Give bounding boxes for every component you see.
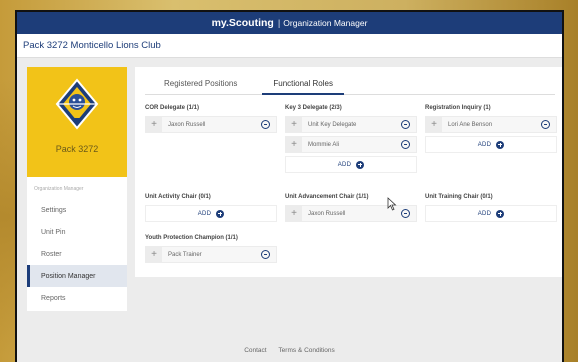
assignee-row[interactable]: + Jaxon Russell [145, 116, 277, 133]
sidebar-item-roster[interactable]: Roster [27, 243, 127, 265]
sidebar-item-position-manager[interactable]: Position Manager [27, 265, 127, 287]
add-button-label: ADD [477, 141, 492, 148]
assignee-row[interactable]: + Mommie Ali [285, 136, 417, 153]
plus-icon: + [286, 206, 302, 221]
brand-logo-text[interactable]: my.Scouting [212, 17, 274, 29]
footer-contact-link[interactable]: Contact [244, 347, 266, 354]
role-title: COR Delegate (1/1) [145, 105, 200, 111]
assignee-name: Jaxon Russell [168, 121, 206, 128]
brand-separator: | [277, 17, 281, 29]
role-unit-training-chair: Unit Training Chair (0/1) ADD [425, 192, 557, 222]
add-button-label: ADD [477, 210, 492, 217]
add-button-label: ADD [197, 210, 212, 217]
plus-icon: + [146, 247, 162, 262]
role-cor-delegate: COR Delegate (1/1) + Jaxon Russell [145, 103, 277, 133]
assignee-row[interactable]: + Jaxon Russell [285, 205, 417, 222]
add-circle-icon [356, 160, 365, 169]
sidebar-item-unit-pin[interactable]: Unit Pin [27, 221, 127, 243]
sidebar: Pack 3272 Organization Manager Settings … [27, 67, 127, 311]
role-title: Registration Inquiry (1) [425, 105, 491, 111]
add-button[interactable]: ADD [425, 205, 557, 222]
tab-registered-positions[interactable]: Registered Positions [153, 75, 248, 95]
main-panel: Registered Positions Functional Roles CO… [135, 67, 562, 277]
remove-icon[interactable] [401, 120, 410, 129]
role-title: Unit Activity Chair (0/1) [145, 194, 211, 200]
sidebar-caption: Organization Manager [34, 186, 84, 192]
page-title-text: Pack 3272 Monticello Lions Club [23, 40, 161, 51]
assignee-name: Jaxon Russell [308, 210, 346, 217]
plus-icon: + [146, 117, 162, 132]
assignee-name: Mommie Ali [308, 141, 340, 148]
tab-functional-roles[interactable]: Functional Roles [262, 75, 344, 95]
remove-icon[interactable] [401, 140, 410, 149]
role-unit-activity-chair: Unit Activity Chair (0/1) ADD [145, 192, 277, 222]
browser-window: my.Scouting | Organization Manager Pack … [15, 10, 564, 362]
assignee-row[interactable]: + Pack Trainer [145, 246, 277, 263]
role-registration-inquiry: Registration Inquiry (1) + Lori Ane Bens… [425, 103, 557, 153]
sidebar-item-label: Reports [41, 294, 66, 302]
sidebar-item-reports[interactable]: Reports [27, 287, 127, 309]
assignee-name: Lori Ane Benson [448, 121, 493, 128]
remove-icon[interactable] [261, 120, 270, 129]
cub-scout-logo-icon [55, 78, 99, 130]
sidebar-item-label: Settings [41, 206, 67, 214]
role-title: Youth Protection Champion (1/1) [145, 235, 238, 241]
role-youth-protection-champion: Youth Protection Champion (1/1) + Pack T… [145, 233, 277, 263]
role-title: Unit Training Chair (0/1) [425, 194, 493, 200]
add-button[interactable]: ADD [285, 156, 417, 173]
module-title: Organization Manager [283, 18, 368, 28]
top-bar: my.Scouting | Organization Manager [17, 12, 562, 34]
add-circle-icon [496, 209, 505, 218]
add-button[interactable]: ADD [145, 205, 277, 222]
unit-card: Pack 3272 [27, 67, 127, 177]
plus-icon: + [426, 117, 442, 132]
add-circle-icon [496, 140, 505, 149]
assignee-name: Unit Key Delegate [308, 121, 357, 128]
sidebar-item-label: Roster [41, 250, 62, 258]
footer: Contact Terms & Conditions [17, 347, 562, 354]
sidebar-item-label: Position Manager [41, 272, 96, 280]
role-key3-delegate: Key 3 Delegate (2/3) + Unit Key Delegate… [285, 103, 417, 173]
add-button[interactable]: ADD [425, 136, 557, 153]
sidebar-item-settings[interactable]: Settings [27, 199, 127, 221]
role-title: Key 3 Delegate (2/3) [285, 105, 342, 111]
tab-bar: Registered Positions Functional Roles [145, 75, 555, 95]
assignee-name: Pack Trainer [168, 251, 202, 258]
footer-terms-link[interactable]: Terms & Conditions [278, 347, 334, 354]
page-title: Pack 3272 Monticello Lions Club [17, 34, 562, 58]
remove-icon[interactable] [401, 209, 410, 218]
plus-icon: + [286, 117, 302, 132]
mouse-cursor-icon [387, 197, 397, 211]
remove-icon[interactable] [261, 250, 270, 259]
plus-icon: + [286, 137, 302, 152]
unit-name: Pack 3272 [55, 144, 99, 154]
remove-icon[interactable] [541, 120, 550, 129]
assignee-row[interactable]: + Unit Key Delegate [285, 116, 417, 133]
sidebar-item-label: Unit Pin [41, 228, 66, 236]
content-area: Pack 3272 Organization Manager Settings … [17, 58, 562, 362]
assignee-row[interactable]: + Lori Ane Benson [425, 116, 557, 133]
add-button-label: ADD [337, 161, 352, 168]
role-unit-advancement-chair: Unit Advancement Chair (1/1) + Jaxon Rus… [285, 192, 417, 222]
add-circle-icon [216, 209, 225, 218]
role-title: Unit Advancement Chair (1/1) [285, 194, 369, 200]
